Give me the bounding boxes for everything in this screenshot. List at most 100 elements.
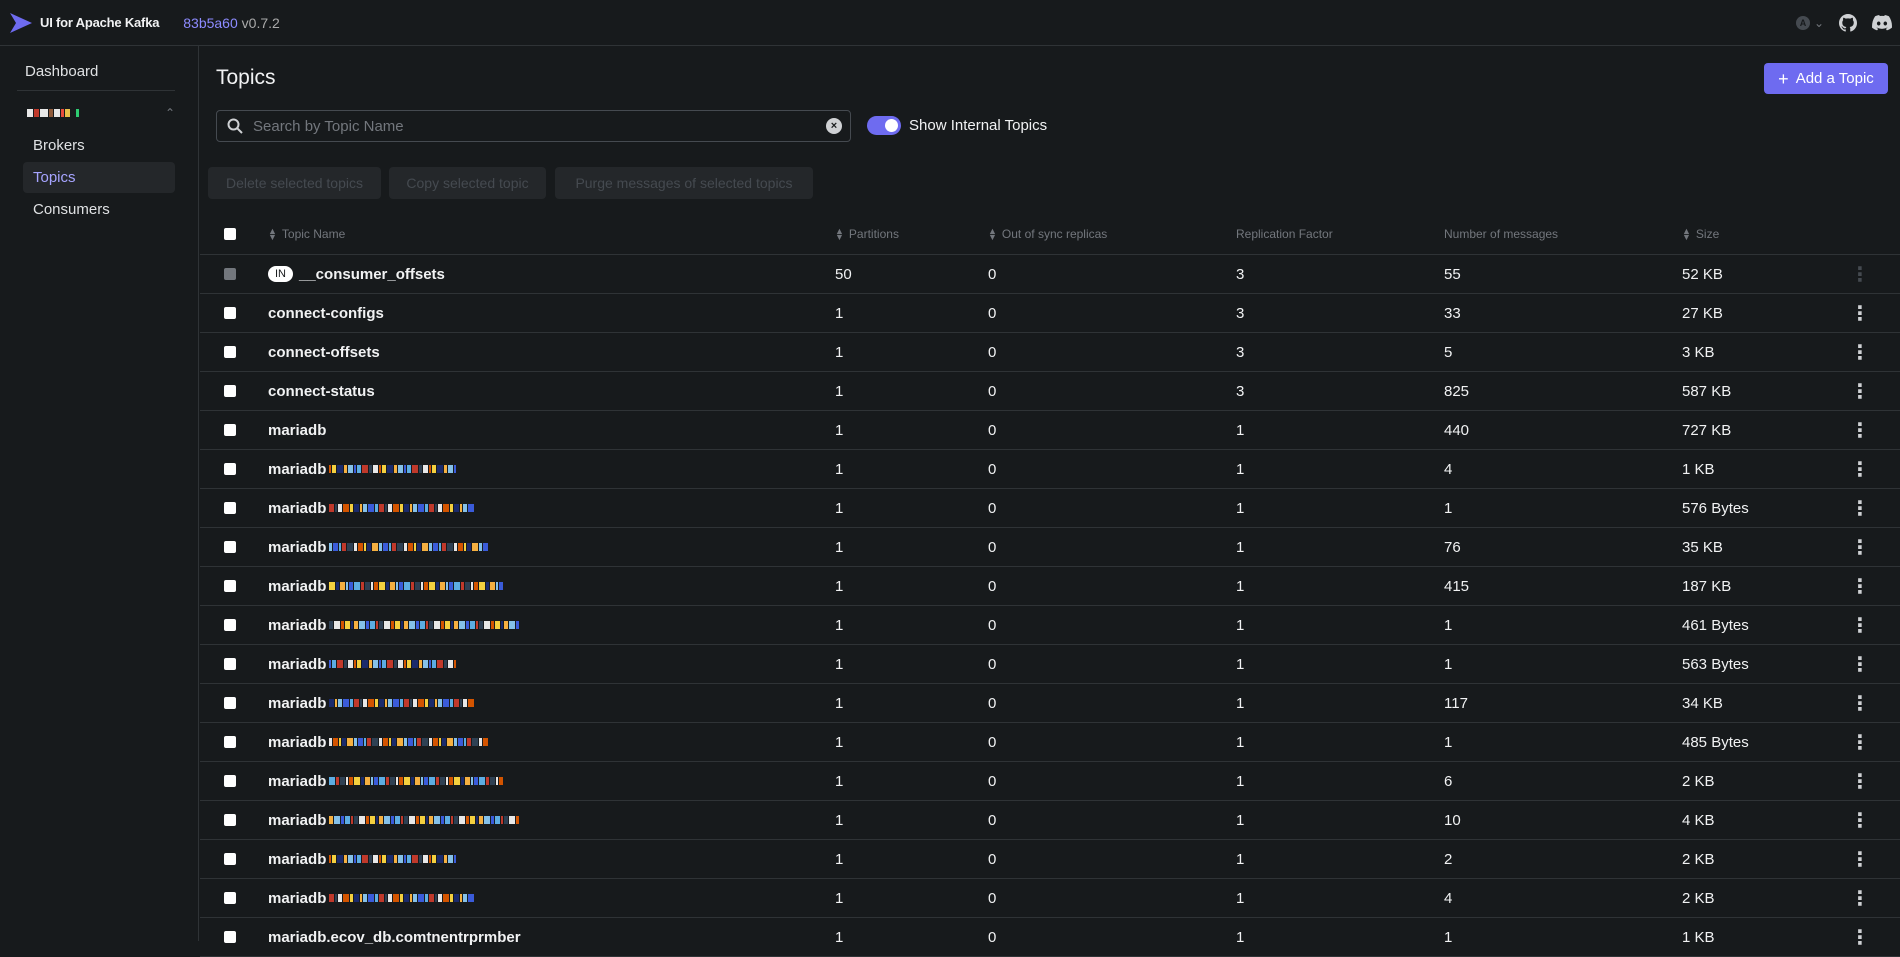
table-row[interactable]: IN __consumer_offsets 50 0 3 55 52 KB ⋮ bbox=[200, 255, 1900, 294]
more-actions-icon[interactable]: ⋮ bbox=[1850, 730, 1870, 755]
toggle-label: Show Internal Topics bbox=[909, 117, 1048, 134]
delete-selected-button[interactable]: Delete selected topics bbox=[208, 167, 381, 199]
topic-name-link[interactable]: mariadb bbox=[268, 422, 326, 439]
sidebar-item-topics[interactable]: Topics bbox=[23, 162, 175, 193]
topic-name-link[interactable]: mariadb bbox=[268, 734, 326, 751]
version-hash-link[interactable]: 83b5a60 bbox=[183, 15, 238, 31]
table-row[interactable]: mariadb 1 0 1 117 34 KB ⋮ bbox=[200, 684, 1900, 723]
more-actions-icon[interactable]: ⋮ bbox=[1850, 769, 1870, 794]
table-row[interactable]: mariadb 1 0 1 1 485 Bytes ⋮ bbox=[200, 723, 1900, 762]
topic-name-link[interactable]: connect-status bbox=[268, 383, 375, 400]
topic-name-link[interactable]: connect-configs bbox=[268, 305, 384, 322]
table-row[interactable]: mariadb 1 0 1 4 1 KB ⋮ bbox=[200, 450, 1900, 489]
col-partitions[interactable]: ▲ ▼ Partitions bbox=[835, 210, 899, 254]
topic-name-link[interactable]: mariadb bbox=[268, 617, 326, 634]
more-actions-icon[interactable]: ⋮ bbox=[1850, 262, 1870, 287]
more-actions-icon[interactable]: ⋮ bbox=[1850, 808, 1870, 833]
col-size[interactable]: ▲ ▼ Size bbox=[1682, 210, 1719, 254]
topic-name-link[interactable]: mariadb bbox=[268, 539, 326, 556]
row-checkbox[interactable] bbox=[224, 814, 236, 826]
row-checkbox[interactable] bbox=[224, 697, 236, 709]
user-menu[interactable]: A ⌄ bbox=[1795, 16, 1824, 30]
col-topic-name[interactable]: ▲ ▼ Topic Name bbox=[268, 210, 345, 254]
row-checkbox[interactable] bbox=[224, 385, 236, 397]
more-actions-icon[interactable]: ⋮ bbox=[1850, 379, 1870, 404]
table-row[interactable]: mariadb 1 0 1 4 2 KB ⋮ bbox=[200, 879, 1900, 918]
table-row[interactable]: mariadb 1 0 1 1 576 Bytes ⋮ bbox=[200, 489, 1900, 528]
add-topic-button[interactable]: + Add a Topic bbox=[1764, 63, 1888, 94]
table-row[interactable]: mariadb 1 0 1 2 2 KB ⋮ bbox=[200, 840, 1900, 879]
messages-cell: 1 bbox=[1444, 928, 1453, 946]
topic-name-link[interactable]: mariadb.ecov_db.comtnentrprmber bbox=[268, 929, 521, 946]
more-actions-icon[interactable]: ⋮ bbox=[1850, 418, 1870, 443]
sidebar-item-dashboard[interactable]: Dashboard bbox=[25, 63, 98, 80]
col-out-of-sync[interactable]: ▲ ▼ Out of sync replicas bbox=[988, 210, 1107, 254]
topic-name-link[interactable]: mariadb bbox=[268, 890, 326, 907]
cluster-toggle[interactable]: ⌃ bbox=[27, 101, 175, 125]
more-actions-icon[interactable]: ⋮ bbox=[1850, 925, 1870, 950]
row-checkbox[interactable] bbox=[224, 658, 236, 670]
topic-name-link[interactable]: mariadb bbox=[268, 656, 326, 673]
select-all-checkbox[interactable] bbox=[224, 228, 236, 240]
row-checkbox[interactable] bbox=[224, 619, 236, 631]
row-checkbox[interactable] bbox=[224, 580, 236, 592]
table-row[interactable]: connect-configs 1 0 3 33 27 KB ⋮ bbox=[200, 294, 1900, 333]
table-row[interactable]: mariadb 1 0 1 1 563 Bytes ⋮ bbox=[200, 645, 1900, 684]
table-row[interactable]: mariadb.ecov_db.comtnentrprmber 1 0 1 1 … bbox=[200, 918, 1900, 957]
more-actions-icon[interactable]: ⋮ bbox=[1850, 340, 1870, 365]
table-row[interactable]: mariadb 1 0 1 6 2 KB ⋮ bbox=[200, 762, 1900, 801]
table-row[interactable]: connect-offsets 1 0 3 5 3 KB ⋮ bbox=[200, 333, 1900, 372]
more-actions-icon[interactable]: ⋮ bbox=[1850, 847, 1870, 872]
row-checkbox[interactable] bbox=[224, 892, 236, 904]
partitions-cell: 1 bbox=[835, 889, 844, 907]
table-row[interactable]: mariadb 1 0 1 10 4 KB ⋮ bbox=[200, 801, 1900, 840]
more-actions-icon[interactable]: ⋮ bbox=[1850, 535, 1870, 560]
topic-name-link[interactable]: mariadb bbox=[268, 500, 326, 517]
github-icon[interactable] bbox=[1838, 13, 1858, 33]
topic-name-link[interactable]: mariadb bbox=[268, 695, 326, 712]
internal-topics-toggle[interactable] bbox=[867, 116, 901, 135]
topic-name-link[interactable]: connect-offsets bbox=[268, 344, 380, 361]
row-checkbox[interactable] bbox=[224, 736, 236, 748]
table-row[interactable]: mariadb 1 0 1 415 187 KB ⋮ bbox=[200, 567, 1900, 606]
partitions-cell: 1 bbox=[835, 538, 844, 556]
more-actions-icon[interactable]: ⋮ bbox=[1850, 574, 1870, 599]
topic-name-link[interactable]: mariadb bbox=[268, 851, 326, 868]
row-checkbox[interactable] bbox=[224, 775, 236, 787]
copy-selected-button[interactable]: Copy selected topic bbox=[389, 167, 546, 199]
chevron-up-icon[interactable]: ⌃ bbox=[165, 106, 175, 120]
row-checkbox[interactable] bbox=[224, 424, 236, 436]
discord-icon[interactable] bbox=[1872, 13, 1892, 33]
purge-selected-button[interactable]: Purge messages of selected topics bbox=[555, 167, 813, 199]
topic-name-link[interactable]: mariadb bbox=[268, 773, 326, 790]
table-row[interactable]: mariadb 1 0 1 76 35 KB ⋮ bbox=[200, 528, 1900, 567]
more-actions-icon[interactable]: ⋮ bbox=[1850, 652, 1870, 677]
more-actions-icon[interactable]: ⋮ bbox=[1850, 301, 1870, 326]
row-checkbox[interactable] bbox=[224, 853, 236, 865]
more-actions-icon[interactable]: ⋮ bbox=[1850, 457, 1870, 482]
row-checkbox[interactable] bbox=[224, 502, 236, 514]
more-actions-icon[interactable]: ⋮ bbox=[1850, 496, 1870, 521]
table-row[interactable]: mariadb 1 0 1 1 461 Bytes ⋮ bbox=[200, 606, 1900, 645]
redacted-suffix bbox=[329, 855, 457, 863]
row-checkbox[interactable] bbox=[224, 307, 236, 319]
more-actions-icon[interactable]: ⋮ bbox=[1850, 613, 1870, 638]
more-actions-icon[interactable]: ⋮ bbox=[1850, 886, 1870, 911]
sidebar-item-consumers[interactable]: Consumers bbox=[23, 194, 175, 225]
row-checkbox[interactable] bbox=[224, 346, 236, 358]
app-title[interactable]: UI for Apache Kafka bbox=[40, 15, 159, 30]
logo-icon[interactable] bbox=[10, 11, 32, 35]
topic-name-link[interactable]: mariadb bbox=[268, 812, 326, 829]
row-checkbox[interactable] bbox=[224, 931, 236, 943]
row-checkbox[interactable] bbox=[224, 463, 236, 475]
topic-name-link[interactable]: __consumer_offsets bbox=[299, 266, 445, 283]
sidebar-item-brokers[interactable]: Brokers bbox=[23, 130, 175, 161]
topic-name-link[interactable]: mariadb bbox=[268, 578, 326, 595]
search-input[interactable]: Search by Topic Name × bbox=[216, 110, 851, 142]
more-actions-icon[interactable]: ⋮ bbox=[1850, 691, 1870, 716]
table-row[interactable]: connect-status 1 0 3 825 587 KB ⋮ bbox=[200, 372, 1900, 411]
topic-name-link[interactable]: mariadb bbox=[268, 461, 326, 478]
table-row[interactable]: mariadb 1 0 1 440 727 KB ⋮ bbox=[200, 411, 1900, 450]
row-checkbox[interactable] bbox=[224, 541, 236, 553]
clear-search-icon[interactable]: × bbox=[826, 118, 842, 134]
